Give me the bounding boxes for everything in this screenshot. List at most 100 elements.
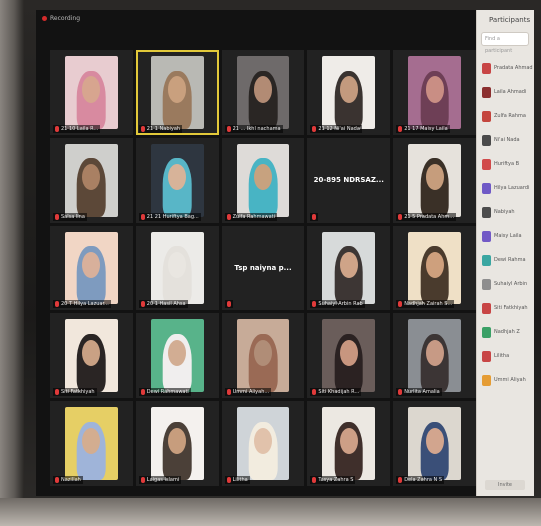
participant-video [150,55,204,129]
participant-face [82,339,101,366]
participant-tile[interactable]: 21 5 Pradata Ahm... [393,137,476,223]
participant-list-item[interactable]: Dewi Rahma [479,248,533,272]
participant-list-name: Nadhjah Z [494,329,520,335]
participant-name: 21 10 Laila R... [61,125,99,132]
participant-name-tag: Siti Fatkhiyah [53,388,97,397]
participant-face [168,164,187,191]
participant-name-tag: Nurlita Amalia [396,388,442,397]
participant-tile[interactable]: Nurlita Amalia [393,313,476,399]
participant-list-item[interactable]: Huriftya B [479,152,533,176]
participant-video [322,55,376,129]
avatar [482,158,491,170]
participant-name: Ummi Aliyah... [232,389,270,396]
participant-face [82,251,101,279]
participant-face [253,427,272,454]
participant-list-item[interactable]: Hilya Lazuardi [479,176,533,200]
participant-list-item[interactable]: Lilitha [479,344,533,368]
participant-tile[interactable]: Dela Zahra N S [393,401,476,486]
recording-icon [42,15,47,21]
panel-title: Participants [489,16,531,24]
participant-list-name: Laila Ahmadi [494,89,527,95]
muted-mic-icon [398,125,403,132]
muted-mic-icon [226,389,231,396]
invite-button[interactable]: Invite [485,480,525,490]
participant-tile[interactable]: 20-895 NDRSAZ... [307,137,391,223]
avatar [482,182,491,194]
muted-mic-icon [398,477,403,483]
participant-name-tag: 21 10 Laila R... [53,124,101,133]
participant-tile[interactable]: 21 ... Ikhl nachama [221,50,305,135]
participant-list-item[interactable]: Siti Fatkhiyah [479,296,533,320]
participant-list-item[interactable]: Suhaiyl Arbin [479,272,533,296]
participant-tile[interactable]: 20 T Hilya Lazuar... [50,225,133,311]
participant-tile[interactable]: 21 10 Laila R... [50,50,133,135]
participant-name-tag: 21 5 Pradata Ahm... [396,212,457,221]
participant-list-item[interactable]: Ni'ai Nada [479,128,533,152]
participant-name-tag: Suhaiyl Arbin Rab [310,300,365,309]
participant-name-tag: Laigas Islami [138,476,182,484]
participant-name: Nadhjah Zairah S... [404,301,453,308]
muted-mic-icon [312,301,317,308]
participant-tile[interactable]: Nazillah [50,401,133,486]
participant-search-input[interactable]: Find a participant [481,32,529,54]
participant-tile[interactable]: Laigas Islami [135,401,219,486]
participant-tile[interactable]: Ummi Aliyah... [221,313,305,399]
participant-tile[interactable]: Nadhjah Zairah S... [393,225,476,311]
participant-tile[interactable]: Tsp naiyna p... [221,225,305,311]
muted-mic-icon [312,389,317,396]
participant-tile[interactable]: 20 1 Hasil Ahsa [135,225,219,311]
participant-tile[interactable]: Siti Fatkhiyah [50,313,133,399]
participant-face [339,339,358,366]
participant-list-item[interactable]: Laila Ahmadi [479,80,533,104]
muted-mic-icon [55,301,59,308]
participant-face [82,164,101,191]
participant-name-tag: 20 1 Hasil Ahsa [138,300,188,309]
participant-tile[interactable]: Lilitha [221,401,305,486]
participant-list-item[interactable]: Ummi Aliyah [479,368,533,392]
muted-mic-icon [312,477,317,483]
participant-list-item[interactable]: Nadhjah Z [479,320,533,344]
photo-frame-left [0,0,24,526]
participant-face [82,76,101,103]
participant-list-item[interactable]: Nabiyah [479,200,533,224]
participant-video [322,231,376,305]
participant-video [408,143,462,217]
participant-tile[interactable]: Zulfa Rahmawati [221,137,305,223]
participant-name-tag: Tasya Zahra S [310,476,356,484]
participant-name-tag: 21 ... Ikhl nachama [224,124,283,133]
participant-tile[interactable]: Dewi Rahmawati [135,313,219,399]
participant-tile[interactable]: 21 21 Huriftya Bag... [135,137,219,223]
participant-face [168,427,187,454]
participant-list-item[interactable]: Pradata Ahmad [479,56,533,80]
participant-name-tag: 21 1 Nabiyah [138,124,183,133]
participant-list-item[interactable]: Zulfa Rahma [479,104,533,128]
muted-mic-icon [312,213,317,220]
participant-name: 21 17 Maisy Laila [404,125,448,132]
participant-name: 20 T Hilya Lazuar... [61,301,109,308]
participant-tile[interactable]: Tasya Zahra S [307,401,391,486]
meeting-screen: Recording 21 10 Laila R... 21 1 Nabiyah 21… [36,10,534,496]
participant-tile[interactable]: Siti Khadijah R... [307,313,391,399]
participant-name-tag: Lilitha [224,476,250,484]
participant-tile[interactable]: Salsa lina [50,137,133,223]
video-gallery: 21 10 Laila R... 21 1 Nabiyah 21 ... Ikhl … [50,50,476,486]
muted-mic-icon [398,213,403,220]
muted-mic-icon [226,477,231,483]
participant-tile[interactable]: Suhaiyl Arbin Rab [307,225,391,311]
muted-mic-icon [140,477,145,483]
participant-tile[interactable]: 21 12 Ni'ai Nada [307,50,391,135]
participant-video [150,319,204,393]
participant-name-tag: Dela Zahra N S [396,476,445,484]
participant-face [253,164,272,191]
participant-tile[interactable]: 21 17 Maisy Laila [393,50,476,135]
muted-mic-icon [140,125,145,132]
participant-tile[interactable]: 21 1 Nabiyah [135,50,219,135]
muted-mic-icon [140,301,145,308]
participant-name-tag: 21 21 Huriftya Bag... [138,212,201,221]
avatar [482,374,491,386]
participant-list-name: Hilya Lazuardi [494,185,530,191]
participant-list-name: Maisy Laila [494,233,522,239]
participant-name: 21 21 Huriftya Bag... [146,213,199,220]
participant-name: Tasya Zahra S [318,477,354,483]
participant-list-item[interactable]: Maisy Laila [479,224,533,248]
